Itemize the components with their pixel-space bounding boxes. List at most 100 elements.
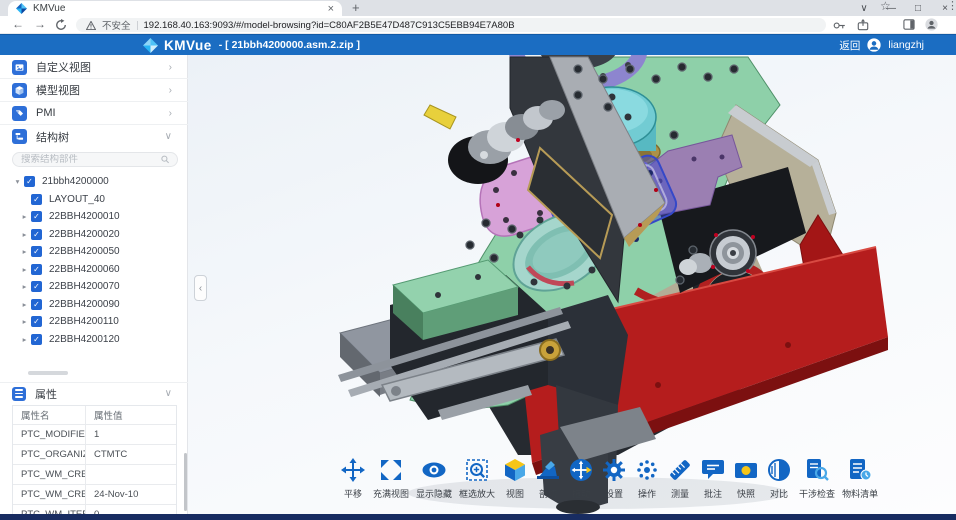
toolbar-button-view[interactable]: 视图	[500, 457, 530, 500]
table-row: PTC_ORGANIZATIO... CTMTC	[13, 445, 176, 465]
view-cube-icon	[502, 457, 528, 483]
tree-node[interactable]: ▸ ✓ 22BBH4200090	[0, 296, 186, 314]
custom-views-icon	[12, 60, 27, 75]
tree-node[interactable]: ▸ ✓ 22BBH4200010	[0, 208, 186, 226]
reload-icon[interactable]	[55, 19, 67, 31]
toolbar-button-section[interactable]: 剖切	[533, 457, 563, 500]
operate-icon	[634, 457, 660, 483]
toolbar-button-measure[interactable]: 测量	[665, 457, 695, 500]
interference-check-icon	[804, 457, 830, 483]
chevron-down-icon: ∨	[165, 131, 172, 142]
browser-window: KMVue × + ∨ — □ × ← → 不安全 192.168.40.163…	[0, 0, 956, 520]
structure-search-box[interactable]	[12, 152, 178, 167]
toolbar-button-drag[interactable]: 拖动	[566, 457, 596, 500]
checkbox-checked[interactable]: ✓	[24, 176, 35, 187]
toolbar-button-operate[interactable]: 操作	[632, 457, 662, 500]
measure-icon	[667, 457, 693, 483]
toolbar-button-bom[interactable]: 物料清单	[840, 457, 880, 500]
tab-close-icon[interactable]: ×	[328, 3, 334, 15]
caret-right-icon[interactable]: ▸	[20, 300, 29, 309]
window-maximize-icon[interactable]: □	[913, 3, 923, 14]
model-views-icon	[12, 83, 27, 98]
model-3d-render	[188, 55, 956, 514]
caret-right-icon[interactable]: ▸	[20, 212, 29, 221]
sidebar-vertical-scrollbar[interactable]	[184, 453, 187, 511]
browser-tab[interactable]: KMVue ×	[8, 1, 342, 16]
back-icon[interactable]: ←	[12, 17, 24, 31]
browser-profile-avatar[interactable]	[925, 18, 938, 31]
checkbox-checked[interactable]: ✓	[31, 264, 42, 275]
user-avatar-icon[interactable]	[867, 38, 881, 52]
properties-header-row: 属性名 属性值	[13, 406, 176, 425]
search-input[interactable]	[21, 154, 161, 165]
tree-node[interactable]: ▸ ✓ 22BBH4200110	[0, 313, 186, 331]
username[interactable]: liangzhj	[888, 39, 924, 51]
address-bar[interactable]: 不安全 192.168.40.163:9093/#/model-browsing…	[76, 18, 826, 32]
chevron-down-icon: ∨	[165, 388, 172, 399]
tree-node[interactable]: ▸ ✓ 22BBH4200050	[0, 243, 186, 261]
toolbar-button-fit-view[interactable]: 充满视图	[371, 457, 411, 500]
share-icon[interactable]	[857, 19, 869, 31]
properties-icon	[12, 387, 26, 401]
tab-title: KMVue	[33, 3, 328, 14]
snapshot-icon	[733, 457, 759, 483]
toolbar-button-show-hide[interactable]: 显示隐藏	[414, 457, 454, 500]
model-viewport[interactable]: ‹	[188, 55, 956, 514]
sidebar-item-model-views[interactable]: 模型视图 ›	[0, 79, 188, 102]
checkbox-checked[interactable]: ✓	[31, 246, 42, 257]
caret-right-icon[interactable]: ▸	[20, 265, 29, 274]
viewer-toolbar: 平移 充满视图 显示隐藏 框选放大 视图 剖切	[338, 457, 880, 500]
chevron-right-icon: ›	[169, 62, 172, 73]
sidebar-collapse-button[interactable]: ‹	[194, 275, 207, 301]
caret-right-icon[interactable]: ▸	[20, 317, 29, 326]
window-chevron-icon[interactable]: ∨	[859, 3, 869, 14]
password-key-icon[interactable]	[833, 20, 846, 31]
tree-node[interactable]: ▸ ✓ 22BBH4200120	[0, 331, 186, 349]
properties-panel-header[interactable]: 属性 ∨	[0, 382, 188, 404]
checkbox-checked[interactable]: ✓	[31, 334, 42, 345]
toolbar-button-settings[interactable]: 设置	[599, 457, 629, 500]
toolbar-button-interference-check[interactable]: 干涉检查	[797, 457, 837, 500]
toolbar-button-box-zoom[interactable]: 框选放大	[457, 457, 497, 500]
open-file-title: - [ 21bbh4200000.asm.2.zip ]	[219, 39, 360, 51]
browser-url-bar: ← → 不安全 192.168.40.163:9093/#/model-brow…	[0, 16, 956, 34]
tree-horizontal-scrollbar[interactable]	[28, 371, 68, 375]
structure-tree-icon	[12, 129, 27, 144]
bom-icon	[847, 457, 873, 483]
tree-node[interactable]: ▸ ✓ 22BBH4200070	[0, 278, 186, 296]
browser-menu-dots-icon[interactable]: ⋮	[947, 0, 956, 12]
checkbox-checked[interactable]: ✓	[31, 281, 42, 292]
caret-right-icon[interactable]: ▸	[20, 247, 29, 256]
checkbox-checked[interactable]: ✓	[31, 316, 42, 327]
tree-node[interactable]: ▸ ✓ 22BBH4200020	[0, 226, 186, 244]
toolbar-button-pan[interactable]: 平移	[338, 457, 368, 500]
toolbar-button-annotate[interactable]: 批注	[698, 457, 728, 500]
bookmark-star-icon[interactable]: ☆	[880, 0, 891, 13]
toolbar-button-snapshot[interactable]: 快照	[731, 457, 761, 500]
checkbox-checked[interactable]: ✓	[31, 299, 42, 310]
sidebar-item-custom-views[interactable]: 自定义视图 ›	[0, 56, 188, 79]
toolbar-button-compare[interactable]: 对比	[764, 457, 794, 500]
structure-tree: ▾ ✓ 21bbh4200000 ✓ LAYOUT_40 ▸ ✓ 22BBH42…	[0, 173, 186, 369]
tree-node[interactable]: ✓ LAYOUT_40	[0, 191, 186, 209]
caret-right-icon[interactable]: ▸	[20, 335, 29, 344]
box-zoom-icon	[464, 457, 490, 483]
checkbox-checked[interactable]: ✓	[31, 229, 42, 240]
back-link[interactable]: 返回	[839, 38, 860, 53]
side-panel-icon[interactable]	[903, 19, 915, 30]
new-tab-button[interactable]: +	[352, 1, 360, 15]
forward-icon[interactable]: →	[34, 17, 46, 31]
sidebar-item-structure-tree[interactable]: 结构树 ∨	[0, 125, 188, 148]
caret-down-icon[interactable]: ▾	[13, 177, 22, 186]
checkbox-checked[interactable]: ✓	[31, 194, 42, 205]
caret-right-icon[interactable]: ▸	[20, 282, 29, 291]
tree-node[interactable]: ▸ ✓ 22BBH4200060	[0, 261, 186, 279]
sidebar-item-pmi[interactable]: PMI ›	[0, 102, 188, 125]
tree-node-root[interactable]: ▾ ✓ 21bbh4200000	[0, 173, 186, 191]
checkbox-checked[interactable]: ✓	[31, 211, 42, 222]
divider	[137, 21, 138, 30]
drag-icon	[568, 457, 594, 483]
compare-icon	[766, 457, 792, 483]
sidebar: 自定义视图 › 模型视图 › PMI › 结构树 ∨ ▾ ✓ 21bbh4200	[0, 55, 188, 514]
caret-right-icon[interactable]: ▸	[20, 230, 29, 239]
